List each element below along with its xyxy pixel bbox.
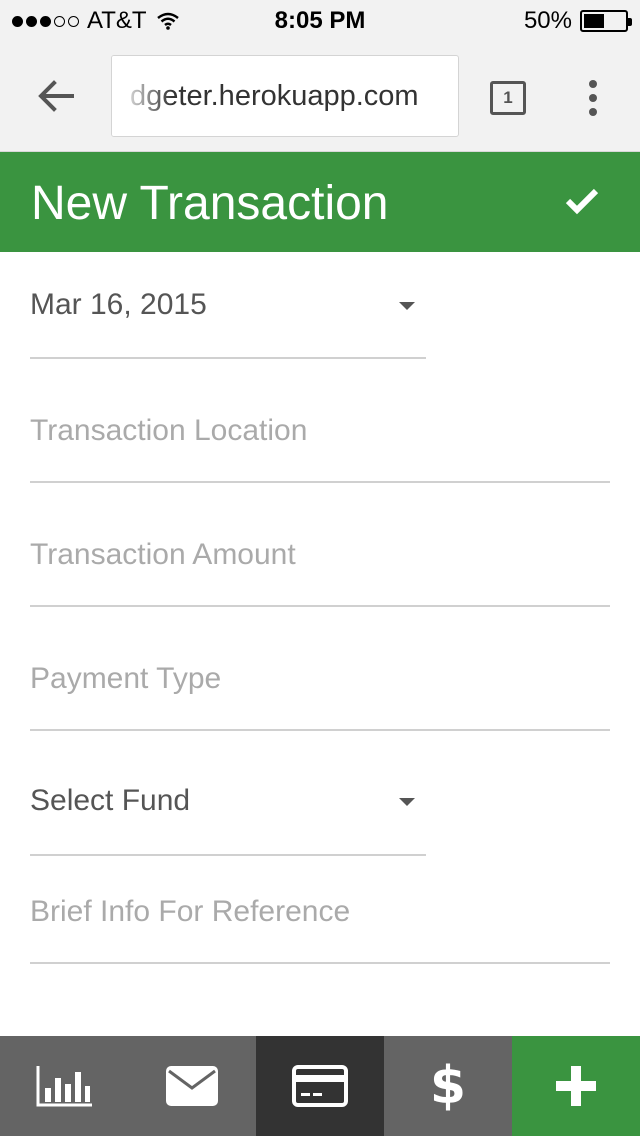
chevron-down-icon: [399, 798, 415, 806]
page-title: New Transaction: [31, 177, 389, 230]
nav-funds[interactable]: $: [384, 1036, 512, 1136]
status-right: 50%: [523, 7, 632, 35]
save-transaction-button[interactable]: [556, 175, 608, 227]
battery-level: [584, 14, 604, 28]
reference-input[interactable]: Brief Info For Reference: [30, 856, 610, 964]
back-button[interactable]: [28, 70, 84, 122]
browser-toolbar: dgeter.herokuapp.com 1: [0, 40, 640, 152]
credit-card-icon: [292, 1065, 348, 1107]
nav-envelopes[interactable]: [128, 1036, 256, 1136]
transaction-location-placeholder: Transaction Location: [30, 414, 308, 447]
nav-reports[interactable]: [0, 1036, 128, 1136]
bar-chart-icon: [36, 1066, 92, 1107]
plus-icon: [556, 1066, 596, 1106]
fund-select[interactable]: Select Fund: [30, 731, 426, 856]
battery-percent: 50%: [523, 7, 572, 34]
overflow-menu-button[interactable]: [578, 76, 608, 120]
tab-switcher-button[interactable]: 1: [490, 81, 526, 115]
dollar-icon: $: [429, 1056, 467, 1116]
url-fade: [112, 56, 172, 136]
add-transaction-button[interactable]: [512, 1036, 640, 1136]
transaction-amount-placeholder: Transaction Amount: [30, 538, 296, 571]
reference-placeholder: Brief Info For Reference: [30, 895, 351, 928]
payment-type-placeholder: Payment Type: [30, 662, 222, 695]
transaction-amount-input[interactable]: Transaction Amount: [30, 483, 610, 607]
bottom-nav: $: [0, 1036, 640, 1136]
fund-value: Select Fund: [30, 784, 191, 817]
arrow-left-icon: [38, 80, 74, 112]
transaction-location-input[interactable]: Transaction Location: [30, 359, 610, 483]
checkmark-icon: [565, 188, 599, 215]
app-header: New Transaction: [0, 152, 640, 252]
date-select[interactable]: Mar 16, 2015: [30, 252, 426, 359]
status-bar: AT&T 8:05 PM 50%: [0, 0, 640, 40]
date-value: Mar 16, 2015: [30, 288, 207, 321]
payment-type-input[interactable]: Payment Type: [30, 607, 610, 731]
envelope-icon: [166, 1066, 218, 1106]
url-bar[interactable]: dgeter.herokuapp.com: [111, 55, 459, 137]
battery-icon: [580, 10, 632, 32]
nav-transactions[interactable]: [256, 1036, 384, 1136]
chevron-down-icon: [399, 302, 415, 310]
